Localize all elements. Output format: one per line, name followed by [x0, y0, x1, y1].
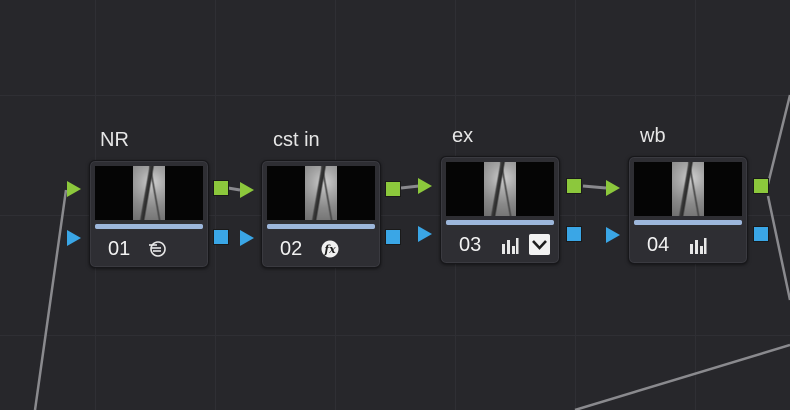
wire-bottom-right — [574, 343, 790, 410]
levels-icon — [502, 238, 519, 254]
rgb-input-port-03[interactable] — [418, 178, 432, 194]
alpha-input-port-04[interactable] — [606, 227, 620, 243]
node-04[interactable]: 04 — [628, 156, 748, 264]
rgb-output-port-01[interactable] — [213, 180, 229, 196]
node-label-01: NR — [100, 129, 129, 151]
node-label-03: ex — [452, 125, 474, 147]
alpha-input-port-02[interactable] — [240, 230, 254, 246]
node-02[interactable]: 02 fx — [261, 160, 381, 268]
node-03[interactable]: 03 — [440, 156, 560, 264]
node-label-02: cst in — [273, 129, 320, 151]
levels-icon — [690, 238, 707, 254]
node-selection-bar — [446, 220, 554, 225]
node-label-04: wb — [640, 125, 666, 147]
svg-text:fx: fx — [323, 243, 336, 256]
node-thumbnail — [95, 166, 203, 220]
node-number: 01 — [108, 238, 131, 260]
node-selection-bar — [267, 224, 375, 229]
alpha-output-port-03[interactable] — [566, 226, 582, 242]
node-01[interactable]: 01 — [89, 160, 209, 268]
wire-02-to-03 — [400, 184, 420, 190]
dropdown-check-icon[interactable] — [529, 234, 550, 255]
node-thumbnail — [634, 162, 742, 216]
node-number: 03 — [459, 234, 482, 256]
rgb-output-port-02[interactable] — [385, 181, 401, 197]
node-selection-bar — [634, 220, 742, 225]
alpha-input-port-01[interactable] — [67, 230, 81, 246]
alpha-output-port-01[interactable] — [213, 229, 229, 245]
rgb-output-port-03[interactable] — [566, 178, 582, 194]
rgb-input-port-04[interactable] — [606, 180, 620, 196]
noise-reduction-icon — [149, 241, 166, 257]
rgb-output-port-04[interactable] — [753, 178, 769, 194]
node-thumbnail — [267, 166, 375, 220]
node-number: 04 — [647, 234, 670, 256]
wire-04-out-top — [766, 94, 790, 185]
wire-04-out-bottom — [766, 195, 790, 301]
rgb-input-port-01[interactable] — [67, 181, 81, 197]
wire-03-to-04 — [582, 184, 607, 190]
fx-icon: fx — [321, 240, 339, 258]
node-number: 02 — [280, 238, 303, 260]
wire-input-to-01 — [33, 189, 68, 410]
node-selection-bar — [95, 224, 203, 229]
rgb-input-port-02[interactable] — [240, 182, 254, 198]
node-thumbnail — [446, 162, 554, 216]
alpha-output-port-02[interactable] — [385, 229, 401, 245]
alpha-input-port-03[interactable] — [418, 226, 432, 242]
alpha-output-port-04[interactable] — [753, 226, 769, 242]
wire-01-to-02 — [227, 186, 241, 192]
